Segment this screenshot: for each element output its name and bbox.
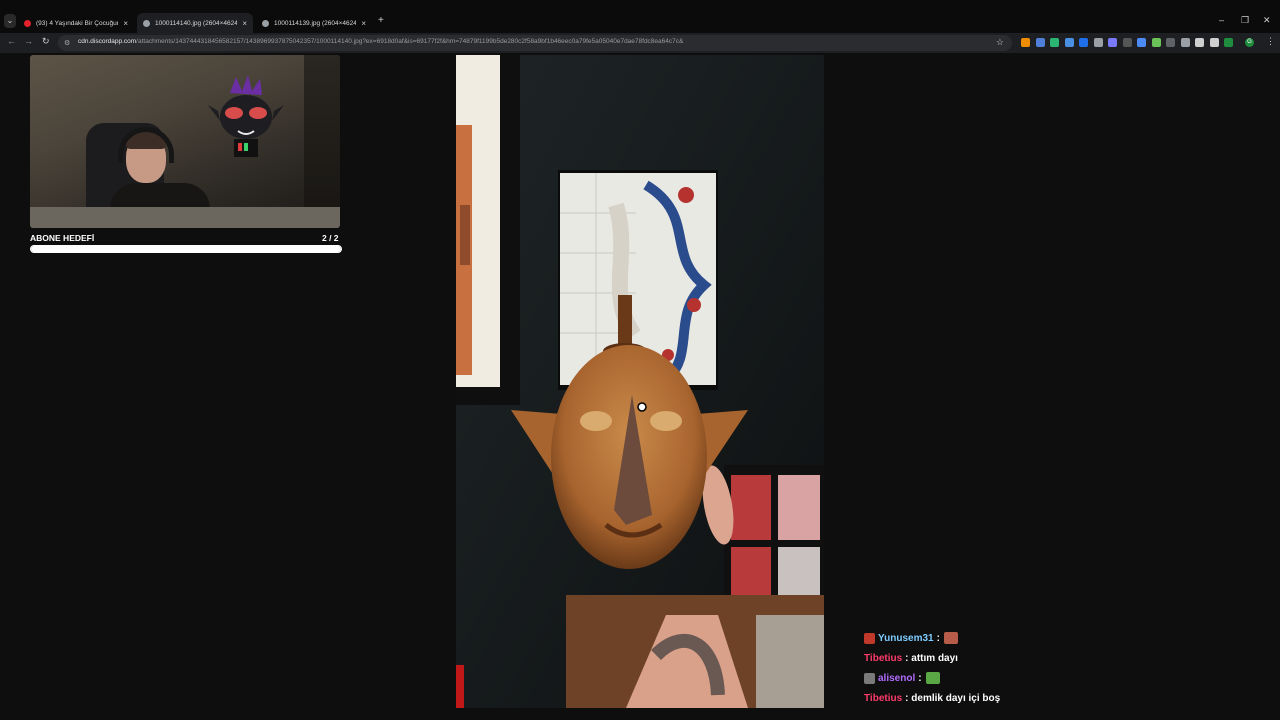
page-viewport: ABONE HEDEFİ 2 / 2 Yunusem31: Tibetius … [0,53,1280,720]
extension-icon[interactable] [1151,38,1161,47]
extension-icon[interactable] [1050,38,1059,47]
extension-icon[interactable] [1064,38,1074,47]
goal-count: 2 / 2 [322,233,339,243]
tab-label: 1000114139.jpg (2604×4624) [274,19,357,27]
chat-separator: : [918,672,922,684]
chat-message: alisenol : [864,668,1264,688]
goal-progress-bar [30,245,342,253]
tab-label: (93) 4 Yaşındaki Bir Çocuğun Sı... [36,19,119,27]
address-bar[interactable]: ⚙ cdn.discordapp.com/attachments/1437444… [58,35,1012,51]
bookmark-star-icon[interactable]: ☆ [996,37,1004,48]
extension-icon[interactable] [1108,38,1117,47]
chat-overlay: Yunusem31 : Tibetius : attım dayı alisenol… [864,628,1264,708]
globe-favicon-icon [143,19,150,27]
extension-icon[interactable] [1180,38,1190,47]
chat-username: alisenol [878,672,916,684]
globe-favicon-icon [262,19,269,27]
chat-username: Tibetius [864,652,903,664]
extension-icon[interactable] [1122,38,1132,47]
chat-emote-icon [925,672,940,684]
tab-label: 1000114140.jpg (2604×4624) [155,19,238,27]
extension-icon[interactable] [1166,38,1175,47]
webcam-wall [304,55,340,228]
tab-strip: ⌄ (93) 4 Yaşındaki Bir Çocuğun Sı... × 1… [0,0,1280,33]
mascot-poster-icon [208,75,284,157]
chat-emote-icon [943,632,958,644]
url-host: cdn.discordapp.com [78,38,137,45]
ceramic-head-photo [456,55,824,708]
chat-username: Yunusem31 [878,632,934,644]
viewed-image [456,55,824,708]
webcam-feed [30,55,340,228]
window-close-icon[interactable]: ✕ [1263,15,1271,26]
more-menu-icon[interactable]: ⋮ [1266,36,1275,47]
reload-icon[interactable]: ↻ [42,36,50,47]
extension-icon[interactable] [1021,38,1030,47]
desk [30,207,340,228]
new-tab-button[interactable]: + [378,15,384,26]
youtube-favicon-icon [24,19,31,27]
minimize-icon[interactable]: – [1219,15,1224,25]
extension-icon[interactable] [1224,38,1233,47]
goal-progress-fill [31,246,341,252]
chat-message: Tibetius : attım dayı [864,648,1264,668]
tab-image-1000114139[interactable]: 1000114139.jpg (2604×4624) × [256,13,372,33]
user-badge-icon [864,672,875,684]
url-text: cdn.discordapp.com/attachments/143744431… [78,38,978,45]
close-icon[interactable]: × [361,19,366,28]
chat-message: Tibetius : demlik dayı içi boş [864,688,1264,708]
extension-icon[interactable] [1093,38,1103,47]
extension-icon[interactable] [1195,38,1204,47]
extension-icon[interactable] [1079,38,1088,47]
extension-icon[interactable] [1035,38,1045,47]
chat-text: attım dayı [908,652,958,664]
tab-search-button[interactable]: ⌄ [4,14,16,28]
site-info-icon[interactable]: ⚙ [64,39,70,47]
close-icon[interactable]: × [242,19,247,28]
user-badge-icon [864,632,875,644]
chat-message: Yunusem31 : [864,628,1264,648]
goal-title: ABONE HEDEFİ [30,233,95,243]
tab-youtube[interactable]: (93) 4 Yaşındaki Bir Çocuğun Sı... × [18,13,134,33]
profile-avatar[interactable]: G [1245,38,1254,47]
restore-icon[interactable]: ❐ [1241,15,1249,26]
chat-text: demlik dayı içi boş [908,692,1001,704]
forward-arrow-icon[interactable]: → [24,36,33,46]
back-arrow-icon[interactable]: ← [7,36,16,46]
chat-username: Tibetius [864,692,903,704]
browser-toolbar: ← → ↻ ⚙ cdn.discordapp.com/attachments/1… [0,33,1280,53]
tab-image-1000114140[interactable]: 1000114140.jpg (2604×4624) × [137,13,253,33]
close-icon[interactable]: × [123,19,128,28]
extension-icon[interactable] [1209,38,1219,47]
url-path: /attachments/1437444318456582157/1438969… [136,38,684,45]
extension-icon[interactable] [1137,38,1146,47]
chat-separator: : [936,632,940,644]
